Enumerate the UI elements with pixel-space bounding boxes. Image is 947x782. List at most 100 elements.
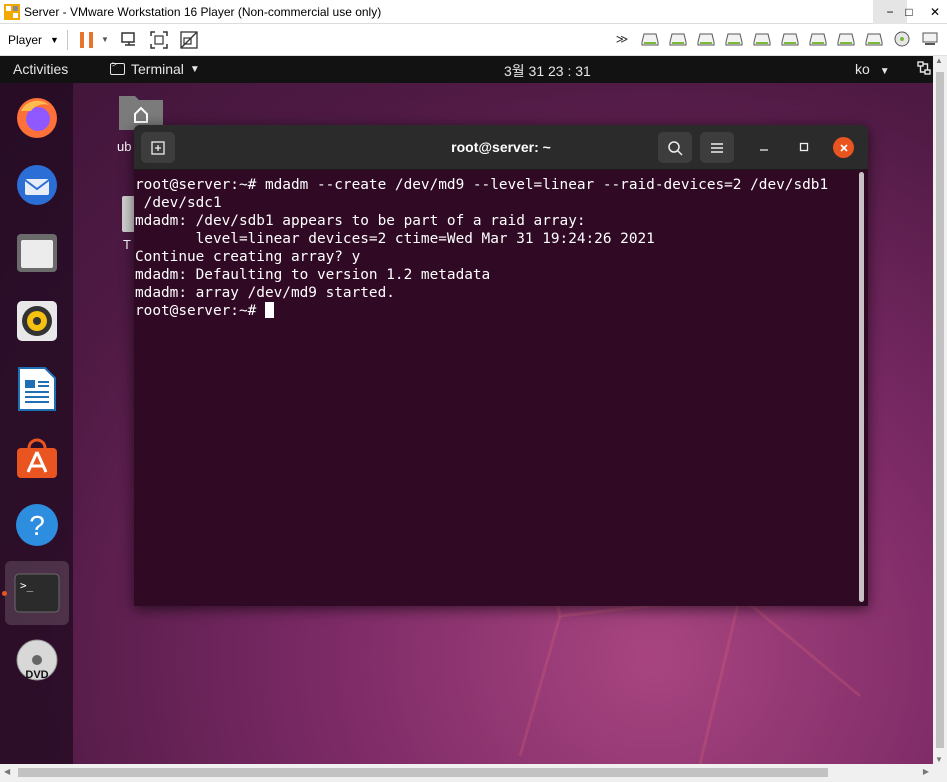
writer-document-icon — [18, 367, 56, 411]
unity-button[interactable] — [178, 29, 200, 51]
svg-text:>_: >_ — [20, 579, 34, 592]
hard-disk-icon[interactable] — [723, 28, 745, 50]
send-ctrl-alt-del-button[interactable] — [118, 29, 140, 51]
pause-button[interactable] — [76, 29, 98, 51]
hard-disk-icon[interactable] — [695, 28, 717, 50]
terminal-window[interactable]: root@server: ~ root@server:~# mdadm --cr… — [134, 125, 868, 606]
input-method-indicator[interactable]: ko ▼ — [855, 61, 890, 77]
terminal-line: root@server:~# mdadm --create /dev/md9 -… — [135, 177, 829, 193]
pause-icon — [79, 31, 93, 48]
close-button[interactable]: ✕ — [923, 0, 947, 24]
pause-menu-button[interactable]: ▼ — [100, 29, 110, 51]
terminal-headerbar: root@server: ~ — [134, 125, 868, 170]
terminal-prompt: root@server:~# — [135, 303, 265, 319]
fullscreen-icon — [150, 30, 168, 49]
dock-thunderbird[interactable] — [5, 153, 69, 217]
scroll-down-arrow-icon[interactable]: ▼ — [935, 755, 943, 764]
thunderbird-icon — [17, 165, 57, 205]
hard-disk-icon[interactable] — [667, 28, 689, 50]
terminal-line: mdadm: /dev/sdb1 appears to be part of a… — [135, 213, 586, 229]
dock-help[interactable]: ? — [5, 493, 69, 557]
dvd-disc-icon: DVD — [16, 639, 58, 681]
terminal-output[interactable]: root@server:~# mdadm --create /dev/md9 -… — [134, 170, 860, 606]
device-status-icons: ≫ — [611, 28, 941, 50]
dock-ubuntu-software[interactable] — [5, 425, 69, 489]
app-menu-label: Terminal — [131, 61, 184, 77]
app-menu-button[interactable]: Terminal ▼ — [110, 60, 200, 77]
horizontal-scrollbar[interactable]: ◀ ▶ — [0, 764, 933, 782]
terminal-line: Continue creating array? y — [135, 249, 361, 265]
guest-desktop[interactable]: Activities Terminal ▼ 3월 31 23 : 31 ko ▼ — [0, 56, 933, 764]
input-lang-label: ko — [855, 61, 870, 77]
firefox-icon — [17, 98, 57, 138]
hard-disk-icon[interactable] — [807, 28, 829, 50]
caret-down-icon: ▼ — [189, 63, 200, 75]
dock-libreoffice-writer[interactable] — [5, 357, 69, 421]
hard-disk-icon[interactable] — [639, 28, 661, 50]
caret-down-icon: ▼ — [879, 66, 890, 77]
help-icon: ? — [16, 504, 58, 546]
network-adapter-icon[interactable] — [919, 28, 941, 50]
chevron-down-icon: ▼ — [100, 35, 109, 44]
scroll-left-arrow-icon[interactable]: ◀ — [4, 767, 10, 776]
software-store-icon — [17, 438, 57, 478]
search-button[interactable] — [658, 132, 692, 163]
svg-text:DVD: DVD — [25, 669, 48, 681]
hard-disk-icon[interactable] — [779, 28, 801, 50]
running-indicator — [2, 591, 7, 596]
horizontal-scroll-thumb[interactable] — [18, 768, 828, 777]
maximize-button[interactable]: □ — [895, 0, 923, 24]
gnome-top-bar: Activities Terminal ▼ 3월 31 23 : 31 ko ▼ — [0, 56, 933, 83]
chevron-more-icon[interactable]: ≫ — [611, 28, 633, 50]
dock-rhythmbox[interactable] — [5, 289, 69, 353]
dock-firefox[interactable] — [5, 85, 69, 149]
scroll-right-arrow-icon[interactable]: ▶ — [923, 767, 929, 776]
unity-mode-icon — [180, 30, 198, 49]
scroll-up-arrow-icon[interactable]: ▲ — [935, 56, 943, 65]
scrollbar-corner — [933, 764, 947, 782]
terminal-close-button[interactable] — [833, 137, 854, 158]
vertical-scrollbar[interactable]: ▲ ▼ — [933, 56, 947, 764]
vertical-scroll-thumb[interactable] — [936, 72, 944, 748]
terminal-prompt-line[interactable]: root@server:~# — [135, 302, 860, 320]
hard-disk-icon[interactable] — [751, 28, 773, 50]
terminal-minimize-button[interactable] — [756, 139, 772, 155]
toolbar-divider — [66, 29, 68, 50]
vmware-toolbar: Player ▼ ▼ ≫ — [0, 24, 947, 56]
maximize-icon — [799, 142, 809, 152]
network-wired-icon[interactable] — [916, 60, 932, 76]
hard-disk-icon[interactable] — [835, 28, 857, 50]
rhythmbox-icon — [17, 301, 57, 341]
dock-dvd[interactable]: DVD — [5, 629, 69, 693]
vmware-titlebar: Server - VMware Workstation 16 Player (N… — [0, 0, 947, 24]
cd-dvd-icon[interactable] — [891, 28, 913, 50]
terminal-scrollbar[interactable] — [859, 172, 864, 602]
fullscreen-button[interactable] — [148, 29, 170, 51]
player-menu-button[interactable]: Player ▼ — [8, 33, 59, 47]
terminal-icon: >_ — [14, 573, 60, 613]
network-computer-icon — [121, 31, 135, 46]
files-icon — [17, 234, 57, 272]
search-icon — [668, 140, 683, 156]
hamburger-menu-button[interactable] — [700, 132, 734, 163]
window-title: Server - VMware Workstation 16 Player (N… — [24, 4, 382, 19]
minimize-icon — [760, 149, 768, 151]
terminal-icon — [110, 60, 125, 75]
clock[interactable]: 3월 31 23 : 31 — [504, 61, 591, 81]
chevron-down-icon: ▼ — [50, 34, 59, 45]
svg-text:?: ? — [29, 510, 45, 541]
activities-button[interactable]: Activities — [13, 61, 68, 77]
hard-disk-icon[interactable] — [863, 28, 885, 50]
terminal-line: mdadm: array /dev/md9 started. — [135, 285, 395, 301]
close-icon — [839, 143, 848, 152]
vmware-app-icon — [4, 3, 20, 20]
terminal-line: mdadm: Defaulting to version 1.2 metadat… — [135, 267, 491, 283]
dock-files[interactable] — [5, 221, 69, 285]
player-menu-label: Player — [8, 32, 43, 47]
text-cursor — [264, 302, 274, 318]
hamburger-icon — [711, 142, 723, 153]
dock-terminal[interactable]: >_ — [5, 561, 69, 625]
terminal-maximize-button[interactable] — [796, 139, 812, 155]
ubuntu-dock: ? >_ DVD — [0, 83, 73, 764]
terminal-line: level=linear devices=2 ctime=Wed Mar 31 … — [135, 231, 655, 247]
